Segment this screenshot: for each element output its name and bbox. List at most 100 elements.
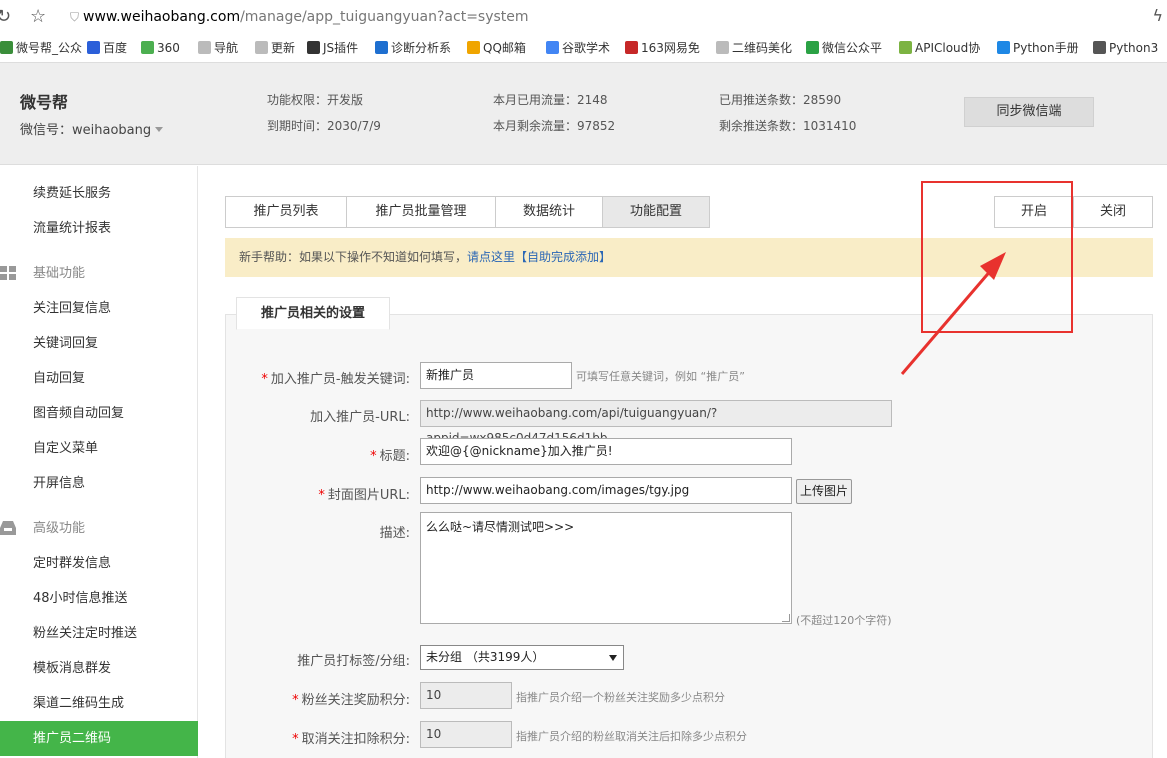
sidebar-item-template-broadcast[interactable]: 模板消息群发: [0, 651, 198, 686]
cover-label: * 封面图片URL:: [318, 488, 410, 503]
sidebar-item-scheduled-broadcast[interactable]: 定时群发信息: [0, 546, 198, 581]
bookmark-favicon-icon: [375, 41, 388, 54]
bookmark-item[interactable]: APICloud协: [899, 40, 980, 56]
tag-group-select[interactable]: 未分组 （共3199人）: [420, 645, 624, 670]
expire-info: 到期时间：2030/7/9: [267, 119, 381, 133]
tab-statistics[interactable]: 数据统计: [495, 196, 603, 228]
bookmark-item[interactable]: QQ邮箱: [467, 40, 526, 56]
title-input[interactable]: 欢迎@{@nickname}加入推广员!: [420, 438, 792, 465]
sidebar-item-promoter-qrcode[interactable]: 推广员二维码: [0, 721, 198, 756]
toggle-off-button[interactable]: 关闭: [1073, 196, 1153, 228]
bookmark-label: 百度: [103, 41, 128, 55]
keyword-label: * 加入推广员-触发关键词:: [261, 372, 410, 387]
browser-toolbar: ↻ ☆ ⛉ www.weihaobang.com/manage/app_tuigu…: [0, 0, 1167, 34]
promoter-url-field[interactable]: http://www.weihaobang.com/api/tuiguangyu…: [420, 400, 892, 445]
bookmark-favicon-icon: [1093, 41, 1106, 54]
used-push-info: 已用推送条数：28590: [719, 93, 842, 107]
remain-push-info: 剩余推送条数：1031410: [719, 119, 857, 133]
bookmark-label: Python手册: [1013, 41, 1079, 55]
description-textarea[interactable]: 么么哒~请尽情测试吧>>>: [420, 512, 792, 624]
bookmark-label: JS插件: [323, 41, 359, 55]
sidebar-item-custom-menu[interactable]: 自定义菜单: [0, 431, 198, 466]
bookmark-item[interactable]: 360: [141, 40, 180, 56]
bookmark-item[interactable]: 更新: [255, 40, 295, 56]
follow-points-label: * 粉丝关注奖励积分:: [292, 693, 410, 708]
sidebar-item-48h-push[interactable]: 48小时信息推送: [0, 581, 198, 616]
bookmark-favicon-icon: [806, 41, 819, 54]
sidebar-item-keyword-reply[interactable]: 关键词回复: [0, 326, 198, 361]
unfollow-points-hint: 指推广员介绍的粉丝取消关注后扣除多少点积分: [516, 730, 747, 743]
desc-hint: (不超过120个字符): [796, 614, 892, 627]
follow-points-hint: 指推广员介绍一个粉丝关注奖励多少点积分: [516, 691, 725, 704]
tab-promoter-list[interactable]: 推广员列表: [225, 196, 347, 228]
bookmark-favicon-icon: [141, 41, 154, 54]
brand-name: 微号帮: [20, 93, 69, 112]
title-label: * 标题:: [370, 449, 410, 464]
wechat-id-selector[interactable]: 微信号：weihaobang: [20, 119, 164, 138]
bookmark-item[interactable]: Python手册: [997, 40, 1079, 56]
description-text: 么么哒~请尽情测试吧>>>: [426, 520, 575, 534]
sidebar-group-label: 高级功能: [33, 521, 86, 536]
sidebar-item-auto-reply[interactable]: 自动回复: [0, 361, 198, 396]
desc-label: 描述:: [379, 526, 410, 541]
bookmark-favicon-icon: [625, 41, 638, 54]
bookmark-item[interactable]: 163网易免: [625, 40, 700, 56]
lightning-icon[interactable]: ϟ: [1152, 6, 1163, 25]
sidebar-item-follow-scheduled-push[interactable]: 粉丝关注定时推送: [0, 616, 198, 651]
tag-group-value: 未分组 （共3199人）: [426, 650, 545, 664]
bookmark-label: 163网易免: [641, 41, 700, 55]
upload-image-button[interactable]: 上传图片: [796, 479, 852, 504]
sidebar: 续费延长服务 流量统计报表 基础功能 关注回复信息 关键词回复 自动回复 图音频…: [0, 166, 198, 758]
url-label: 加入推广员-URL:: [310, 410, 410, 425]
bookmark-item[interactable]: 谷歌学术: [546, 40, 610, 56]
sidebar-group-advanced: 高级功能: [0, 511, 198, 546]
tab-promoter-batch[interactable]: 推广员批量管理: [346, 196, 496, 228]
tab-function-config[interactable]: 功能配置: [602, 196, 710, 228]
star-icon[interactable]: ☆: [30, 6, 46, 27]
url-path: /manage/app_tuiguangyuan?act=system: [240, 9, 529, 25]
unfollow-points-input[interactable]: 10: [420, 721, 512, 748]
bookmark-item[interactable]: Python3: [1093, 40, 1158, 56]
bookmark-favicon-icon: [716, 41, 729, 54]
bookmark-label: 微信公众平: [822, 41, 883, 55]
help-link[interactable]: 请点这里【自助完成添加】: [467, 250, 611, 264]
sidebar-item-renew[interactable]: 续费延长服务: [0, 176, 198, 211]
address-bar[interactable]: ⛉ www.weihaobang.com/manage/app_tuiguangy…: [70, 6, 1160, 28]
keyword-hint: 可填写任意关键词，例如 “推广员”: [576, 370, 745, 383]
bookmark-item[interactable]: 诊断分析系: [375, 40, 451, 56]
bookmark-item[interactable]: 导航: [198, 40, 238, 56]
bookmark-label: 导航: [214, 41, 239, 55]
bookmark-item[interactable]: 二维码美化: [716, 40, 792, 56]
bookmark-label: 360: [157, 41, 180, 55]
bookmark-item[interactable]: JS插件: [307, 40, 358, 56]
keyword-input[interactable]: 新推广员: [420, 362, 572, 389]
sidebar-item-traffic-report[interactable]: 流量统计报表: [0, 211, 198, 246]
inbox-icon: [0, 521, 16, 535]
bookmark-item[interactable]: 微信公众平: [806, 40, 882, 56]
bookmark-item[interactable]: 微号帮_公众: [0, 40, 82, 56]
cover-url-input[interactable]: http://www.weihaobang.com/images/tgy.jpg: [420, 477, 792, 504]
bookmark-item[interactable]: 百度: [87, 40, 127, 56]
bookmark-favicon-icon: [255, 41, 268, 54]
resize-grip-icon[interactable]: [782, 614, 790, 622]
account-header: 微号帮 微信号：weihaobang 功能权限：开发版 到期时间：2030/7/…: [0, 63, 1167, 165]
sidebar-item-media-auto-reply[interactable]: 图音频自动回复: [0, 396, 198, 431]
bookmark-label: QQ邮箱: [483, 41, 526, 55]
bookmark-favicon-icon: [546, 41, 559, 54]
sidebar-group-basic: 基础功能: [0, 256, 198, 291]
bookmark-favicon-icon: [0, 41, 13, 54]
sidebar-item-splash[interactable]: 开屏信息: [0, 466, 198, 501]
wechat-id-label: 微信号：weihaobang: [20, 123, 152, 138]
sidebar-group-label: 基础功能: [33, 266, 86, 281]
bookmark-favicon-icon: [198, 41, 211, 54]
toggle-on-button[interactable]: 开启: [994, 196, 1074, 228]
remain-traffic-info: 本月剩余流量：97852: [493, 119, 616, 133]
bookmark-favicon-icon: [997, 41, 1010, 54]
sidebar-item-follow-reply[interactable]: 关注回复信息: [0, 291, 198, 326]
sidebar-item-channel-qrcode[interactable]: 渠道二维码生成: [0, 686, 198, 721]
bookmark-label: 诊断分析系: [391, 41, 452, 55]
follow-points-input[interactable]: 10: [420, 682, 512, 709]
reload-icon[interactable]: ↻: [0, 6, 11, 27]
sync-wechat-button[interactable]: 同步微信端: [964, 97, 1094, 127]
help-banner: 新手帮助：如果以下操作不知道如何填写，请点这里【自助完成添加】: [225, 238, 1153, 277]
